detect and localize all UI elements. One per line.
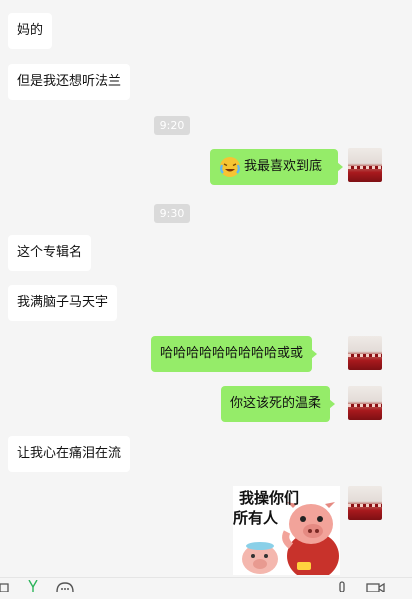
incoming-message: 但是我还想听法兰: [8, 64, 131, 100]
outgoing-message: 你这该死的温柔: [221, 386, 336, 422]
incoming-message: 我满脑子马天宇: [8, 285, 118, 321]
cry-laugh-emoji-icon: [220, 157, 240, 177]
message-text: 这个专辑名: [17, 245, 83, 260]
incoming-message: 妈的: [8, 13, 53, 49]
incoming-message: 这个专辑名: [8, 235, 92, 271]
incoming-message: 让我心在痛泪在流: [8, 436, 131, 472]
timestamp: 9:20: [154, 116, 190, 135]
message-text: 我最喜欢到底: [244, 159, 323, 174]
scissors-icon[interactable]: [27, 578, 39, 599]
folder-icon[interactable]: [0, 578, 10, 599]
timestamp: 9:30: [154, 204, 190, 223]
input-toolbar: [0, 577, 412, 599]
message-text: 我满脑子马天宇: [17, 295, 109, 310]
video-call-icon[interactable]: [366, 578, 386, 599]
outgoing-message: 哈哈哈哈哈哈哈哈哈或或: [151, 336, 318, 372]
message-text: 妈的: [17, 23, 44, 38]
avatar[interactable]: [348, 386, 382, 420]
avatar[interactable]: [348, 486, 382, 520]
avatar[interactable]: [348, 148, 382, 182]
message-text: 你这该死的温柔: [230, 396, 322, 411]
message-text: 让我心在痛泪在流: [17, 446, 122, 461]
sticker-caption-line2: 所有人: [233, 509, 279, 527]
mic-icon[interactable]: [338, 578, 346, 599]
chat-history-icon[interactable]: [56, 578, 74, 599]
avatar[interactable]: [348, 336, 382, 370]
sticker-caption-line1: 我操你们: [239, 489, 300, 507]
sticker-image[interactable]: 我操你们 所有人: [233, 486, 340, 575]
message-text: 哈哈哈哈哈哈哈哈哈或或: [160, 346, 304, 361]
message-text: 但是我还想听法兰: [17, 74, 122, 89]
